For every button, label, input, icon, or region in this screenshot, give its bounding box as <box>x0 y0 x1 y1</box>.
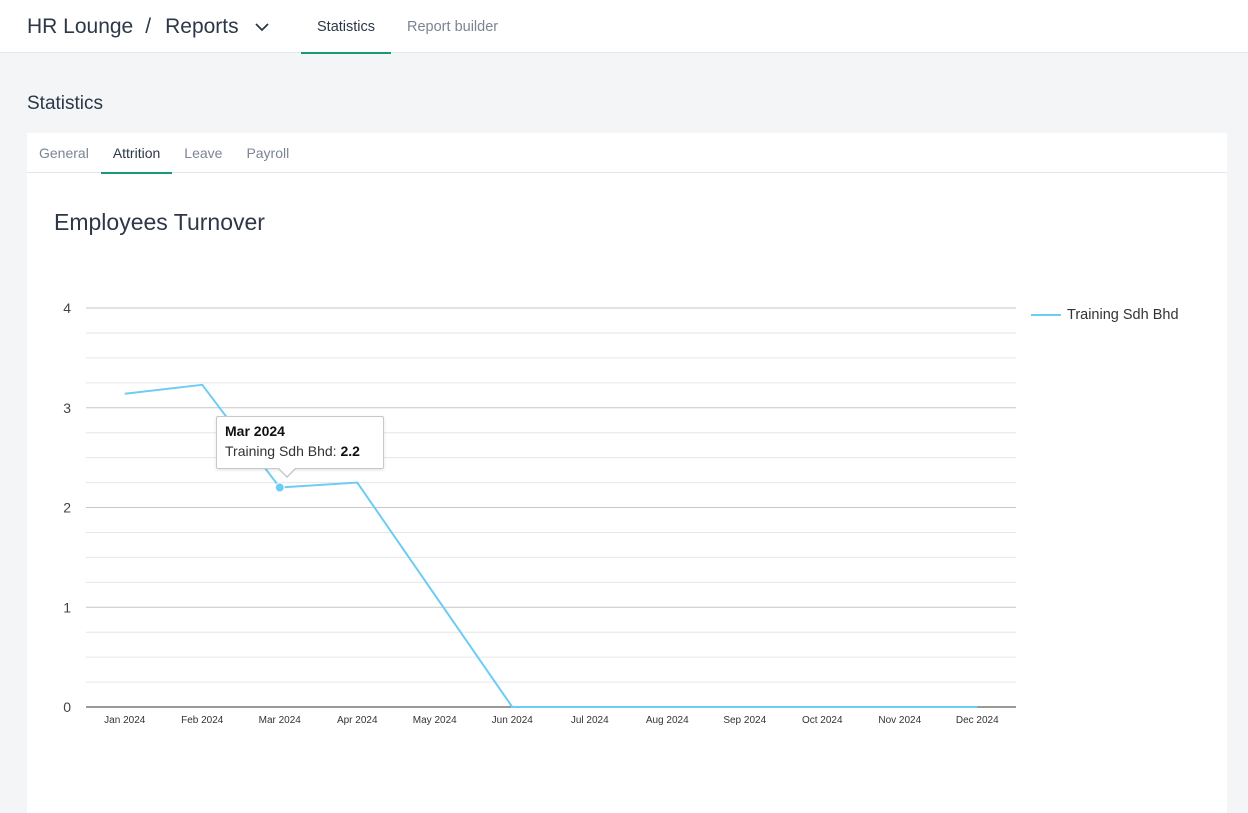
x-tick-label: Jun 2024 <box>492 715 534 726</box>
x-tick-label: Apr 2024 <box>337 715 378 726</box>
top-tabs: Statistics Report builder <box>301 0 514 54</box>
y-tick-label: 0 <box>63 699 71 715</box>
x-tick-label: Aug 2024 <box>646 715 689 726</box>
tooltip-title: Mar 2024 <box>225 423 285 439</box>
breadcrumb: HR Lounge / Reports <box>27 14 271 40</box>
tooltip-line: Training Sdh Bhd: 2.2 <box>225 443 360 459</box>
y-tick-label: 2 <box>63 500 71 516</box>
legend-label: Training Sdh Bhd <box>1067 307 1179 323</box>
x-tick-label: Nov 2024 <box>878 715 921 726</box>
y-tick-label: 4 <box>63 300 71 316</box>
x-tick-label: Oct 2024 <box>802 715 843 726</box>
page-title: Statistics <box>27 93 104 114</box>
x-tick-label: Dec 2024 <box>956 715 999 726</box>
chevron-down-icon[interactable] <box>253 18 271 36</box>
breadcrumb-section[interactable]: Reports <box>165 15 239 39</box>
chart-legend[interactable]: Training Sdh Bhd <box>1031 307 1179 323</box>
x-tick-label: Feb 2024 <box>181 715 224 726</box>
y-tick-label: 1 <box>63 599 71 615</box>
tooltip-series: Training Sdh Bhd <box>225 443 333 459</box>
x-tick-label: May 2024 <box>413 715 457 726</box>
top-bar: HR Lounge / Reports Statistics Report bu… <box>0 0 1248 54</box>
legend-swatch <box>1031 314 1061 316</box>
breadcrumb-app-name[interactable]: HR Lounge <box>27 15 133 39</box>
tooltip-arrow-inner <box>278 467 296 476</box>
chart-tooltip: Mar 2024 Training Sdh Bhd: 2.2 <box>216 416 384 478</box>
x-tick-label: Sep 2024 <box>723 715 766 726</box>
x-tick-label: Mar 2024 <box>259 715 302 726</box>
tooltip-value: 2.2 <box>340 443 360 459</box>
y-tick-label: 3 <box>63 400 71 416</box>
breadcrumb-separator: / <box>145 15 152 38</box>
x-tick-label: Jan 2024 <box>104 715 146 726</box>
x-tick-label: Jul 2024 <box>571 715 609 726</box>
tab-report-builder[interactable]: Report builder <box>391 0 514 53</box>
data-point-highlight <box>274 482 285 493</box>
statistics-card: General Attrition Leave Payroll Employee… <box>27 133 1227 813</box>
tab-statistics[interactable]: Statistics <box>301 0 392 54</box>
turnover-line-chart: 0 1 2 3 4 Jan 2024 Feb 2024 Mar 2024 Apr 2024 May… <box>63 300 1016 726</box>
